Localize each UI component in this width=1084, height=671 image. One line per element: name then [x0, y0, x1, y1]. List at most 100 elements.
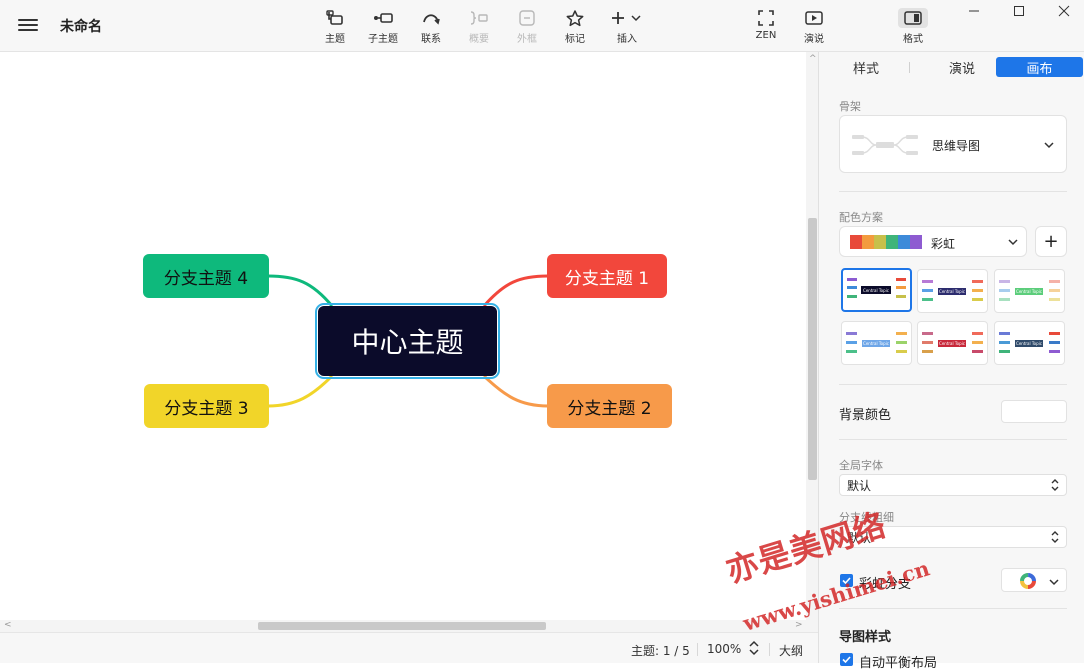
color-wheel-icon: [1020, 573, 1036, 589]
zen-label: ZEN: [755, 30, 777, 41]
boundary-label: 外框: [517, 34, 537, 45]
add-color-scheme-button[interactable]: +: [1035, 226, 1067, 257]
rainbow-swatch-icon: [850, 235, 922, 249]
mindmap-skeleton-icon: [852, 135, 918, 155]
star-icon: [553, 8, 597, 28]
zen-button[interactable]: ZEN: [744, 8, 788, 41]
theme-thumbnail[interactable]: Central Topic: [841, 268, 912, 312]
subtopic-button[interactable]: 子主题: [361, 8, 405, 45]
relationship-button[interactable]: 联系: [409, 8, 453, 45]
horizontal-scrollbar[interactable]: < >: [0, 620, 806, 632]
branch-topic-3[interactable]: 分支主题 3: [144, 384, 269, 428]
connector-branch-1: [482, 274, 549, 307]
svg-text:Central Topic: Central Topic: [863, 288, 889, 293]
present-button[interactable]: 演说: [792, 8, 836, 45]
divider: [839, 439, 1067, 440]
divider: [839, 384, 1067, 385]
mindmap-canvas[interactable]: 中心主题 分支主题 1 分支主题 2 分支主题 3 分支主题 4: [0, 52, 806, 620]
marker-button[interactable]: 标记: [553, 8, 597, 45]
minimize-icon[interactable]: [951, 0, 997, 22]
branch-topic-4[interactable]: 分支主题 4: [143, 254, 269, 298]
topic-label: 主题: [325, 34, 345, 45]
svg-text:Central Topic: Central Topic: [1016, 289, 1042, 294]
theme-thumbnail[interactable]: Central Topic: [841, 321, 912, 365]
branch-topic-1[interactable]: 分支主题 1: [547, 254, 667, 298]
skeleton-select[interactable]: 思维导图: [839, 115, 1067, 173]
divider: [839, 191, 1067, 192]
color-scheme-label: 配色方案: [839, 211, 883, 224]
document-title[interactable]: 未命名: [60, 16, 102, 36]
status-divider: [697, 643, 698, 656]
subtopic-icon: [361, 8, 405, 28]
present-label: 演说: [804, 34, 824, 45]
svg-text:Central Topic: Central Topic: [939, 341, 965, 346]
hamburger-menu-icon[interactable]: [18, 16, 38, 34]
summary-icon: [457, 8, 501, 28]
tab-present[interactable]: 演说: [917, 57, 1007, 77]
panel-tabs: 样式 演说 画布: [829, 57, 1083, 77]
skeleton-label: 骨架: [839, 100, 861, 113]
tab-canvas[interactable]: 画布: [996, 57, 1083, 77]
connector-branch-4: [267, 274, 334, 307]
theme-thumbnail[interactable]: Central Topic: [994, 321, 1065, 365]
updown-icon: [1051, 479, 1059, 491]
status-divider: [769, 643, 770, 656]
auto-balance-checkbox[interactable]: [840, 653, 853, 666]
tab-style[interactable]: 样式: [829, 57, 903, 77]
zoom-level[interactable]: 100%: [707, 642, 741, 656]
background-color-label: 背景颜色: [839, 408, 892, 423]
insert-label: 插入: [617, 34, 637, 45]
fullscreen-icon: [744, 8, 788, 28]
map-style-label: 导图样式: [839, 630, 892, 645]
scroll-up-icon[interactable]: ^: [809, 54, 817, 64]
branch-topic-2[interactable]: 分支主题 2: [547, 384, 672, 428]
chevron-down-icon: [1049, 579, 1059, 586]
insert-button[interactable]: 插入: [605, 8, 649, 45]
outline-button[interactable]: 大纲: [779, 642, 803, 659]
format-panel-icon: [898, 8, 928, 28]
topic-count: 主题: 1 / 5: [631, 644, 690, 658]
color-scheme-select[interactable]: 彩虹: [839, 226, 1027, 257]
auto-balance-label: 自动平衡布局: [859, 656, 938, 671]
connector-branch-2: [482, 374, 549, 408]
format-button[interactable]: 格式: [891, 8, 935, 45]
chevron-down-icon: [1044, 142, 1054, 149]
scroll-left-icon[interactable]: <: [4, 620, 12, 630]
top-toolbar: 未命名 主题 子主题 联系 概要 外框 标记 插入 ZEN 演说 格式: [0, 0, 1084, 52]
format-panel: 样式 演说 画布 骨架 思维导图 配色方案 彩虹 + Central Topic: [818, 52, 1084, 671]
topic-icon: [313, 8, 357, 28]
theme-thumbnail[interactable]: Central Topic: [917, 321, 988, 365]
central-topic[interactable]: 中心主题: [315, 303, 500, 379]
close-icon[interactable]: [1041, 0, 1084, 22]
scroll-right-icon[interactable]: >: [795, 620, 803, 630]
vertical-scroll-thumb[interactable]: [808, 218, 817, 480]
zoom-stepper-icon[interactable]: [748, 639, 760, 657]
topic-button[interactable]: 主题: [313, 8, 357, 45]
summary-button[interactable]: 概要: [457, 8, 501, 45]
tab-divider: [909, 62, 910, 73]
global-font-label: 全局字体: [839, 459, 883, 472]
theme-thumbnail[interactable]: Central Topic: [994, 269, 1065, 313]
boundary-icon: [505, 8, 549, 28]
theme-thumbnail[interactable]: Central Topic: [917, 269, 988, 313]
divider: [839, 608, 1067, 609]
chevron-down-icon: [1008, 239, 1018, 246]
plus-icon: [605, 8, 649, 28]
global-font-select[interactable]: 默认: [839, 474, 1067, 496]
updown-icon: [1051, 531, 1059, 543]
boundary-button[interactable]: 外框: [505, 8, 549, 45]
relationship-label: 联系: [421, 34, 441, 45]
status-bar: 主题: 1 / 5 100% 大纲: [0, 632, 818, 663]
subtopic-label: 子主题: [368, 34, 398, 45]
relationship-icon: [409, 8, 453, 28]
color-scheme-value: 彩虹: [931, 237, 956, 251]
global-font-value: 默认: [847, 478, 872, 493]
maximize-icon[interactable]: [996, 0, 1042, 22]
background-color-swatch[interactable]: [1001, 400, 1067, 423]
marker-label: 标记: [565, 34, 585, 45]
horizontal-scroll-thumb[interactable]: [258, 622, 546, 630]
play-icon: [792, 8, 836, 28]
svg-text:Central Topic: Central Topic: [863, 341, 889, 346]
rainbow-color-picker[interactable]: [1001, 568, 1067, 592]
svg-text:Central Topic: Central Topic: [939, 289, 965, 294]
